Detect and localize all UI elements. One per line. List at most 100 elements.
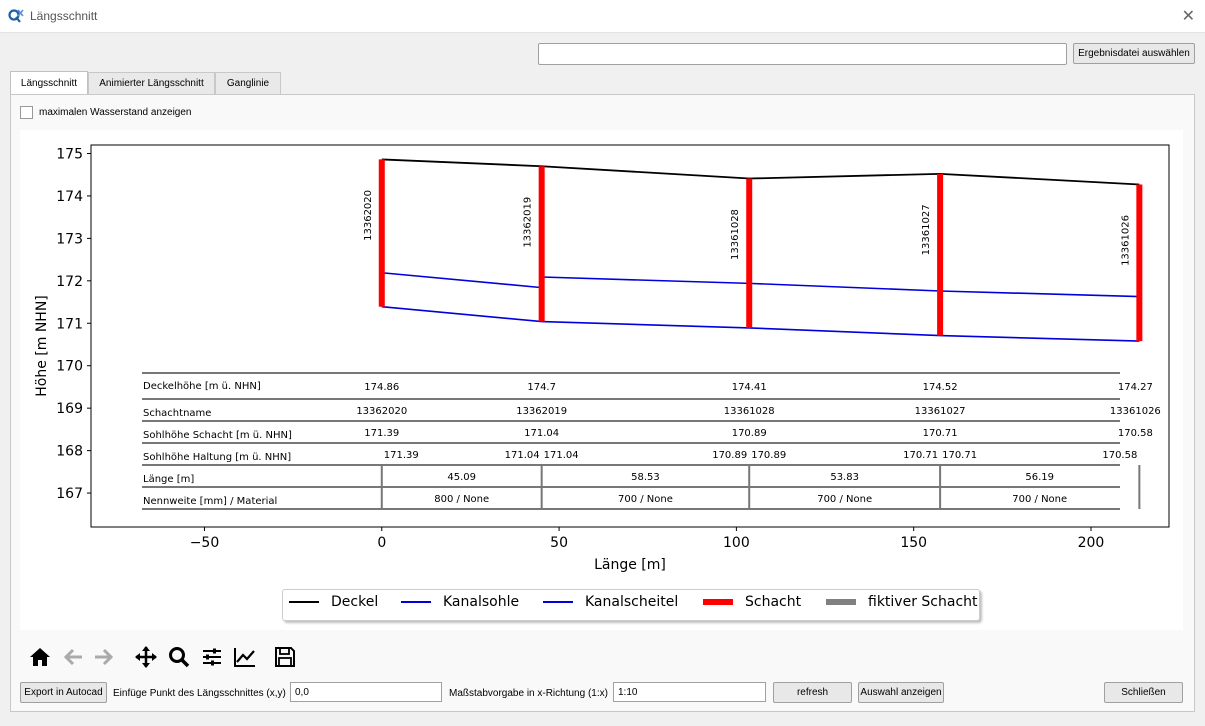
title-bar: Längsschnitt ✕: [0, 0, 1205, 33]
forward-icon[interactable]: [92, 645, 116, 669]
kanalscheitel-segment: [541, 276, 750, 285]
y-tick-label: 171: [56, 316, 83, 332]
kanalscheitel-segment: [749, 282, 941, 292]
pan-icon[interactable]: [134, 645, 158, 669]
table-cell-haltung-end: 170.58: [1102, 450, 1137, 461]
table-cell-haltung-end: 170.71: [903, 450, 938, 461]
table-cell-deckelhoehe: 174.52: [923, 382, 958, 393]
table-row-label: Nennweite [mm] / Material: [143, 496, 277, 507]
table-cell-haltung-start: 170.89: [751, 450, 786, 461]
tab-ganglinie[interactable]: Ganglinie: [215, 72, 281, 94]
axes-edit-icon[interactable]: [233, 645, 257, 669]
max-water-checkbox[interactable]: [20, 106, 33, 119]
result-file-input[interactable]: [538, 43, 1067, 65]
table-row-label: Länge [m]: [143, 474, 194, 485]
table-cell-sohlhoehe-schacht: 171.04: [524, 428, 559, 439]
plot-canvas[interactable]: 167 168 169 170 171 172 173 174 175 −50 0 50 100 150 2…: [20, 130, 1183, 630]
table-row-label: Sohlhöhe Haltung [m ü. NHN]: [143, 452, 291, 463]
table-cell-laenge: 56.19: [1025, 472, 1054, 483]
close-icon[interactable]: ✕: [1182, 6, 1195, 26]
close-button[interactable]: Schließen: [1104, 682, 1183, 703]
legend-label: Schacht: [745, 594, 802, 610]
x-tick-label: 150: [900, 535, 927, 551]
table-cell-deckelhoehe: 174.86: [364, 382, 399, 393]
scale-label: Maßstabvorgabe in x-Richtung (1:x): [449, 688, 608, 699]
table-cell-schachtname: 13361028: [724, 406, 775, 417]
window-title: Längsschnitt: [30, 9, 98, 23]
plot-frame: [90, 144, 1170, 528]
legend-item-kanalsohle: Kanalsohle: [401, 594, 519, 610]
table-cell-schachtname: 13361026: [1110, 406, 1161, 417]
y-tick-label: 167: [56, 486, 83, 502]
table-cell-sohlhoehe-schacht: 170.71: [923, 428, 958, 439]
schacht-name-label: 13361027: [921, 204, 932, 255]
y-tick-label: 172: [56, 274, 83, 290]
insert-point-label: Einfüge Punkt des Längsschnittes (x,y): [113, 688, 286, 699]
x-tick-label: 100: [723, 535, 750, 551]
export-autocad-button[interactable]: Export in Autocad: [20, 682, 107, 703]
configure-subplots-icon[interactable]: [200, 645, 224, 669]
zoom-icon[interactable]: [167, 645, 191, 669]
legend-item-schacht: Schacht: [703, 594, 801, 610]
kanalsohle-segment: [940, 334, 1140, 342]
table-cell-laenge: 53.83: [830, 472, 859, 483]
select-result-file-button[interactable]: Ergebnisdatei auswählen: [1073, 43, 1195, 64]
insert-point-input[interactable]: 0,0: [290, 682, 442, 702]
table-cell-deckelhoehe: 174.41: [732, 382, 767, 393]
refresh-button[interactable]: refresh: [773, 682, 852, 703]
table-cell-haltung-start: 171.39: [384, 450, 419, 461]
legend-swatch: [401, 601, 431, 603]
tab-laengsschnitt[interactable]: Längsschnitt: [10, 71, 88, 94]
table-cell-deckelhoehe: 174.7: [527, 382, 556, 393]
legend-label: Kanalscheitel: [585, 594, 679, 610]
qgis-logo-icon: [8, 9, 24, 23]
profile-chart: 167 168 169 170 171 172 173 174 175 −50 0 50 100 150 2…: [34, 144, 1170, 573]
table-cell-nennweite: 800 / None: [434, 494, 489, 505]
y-tick-label: 168: [56, 444, 83, 460]
x-tick-label: 50: [550, 535, 568, 551]
kanalsohle-segment: [541, 320, 750, 329]
schacht-name-label: 13362020: [363, 190, 374, 241]
table-cell-sohlhoehe-schacht: 170.89: [732, 428, 767, 439]
table-cell-deckelhoehe: 174.27: [1118, 382, 1153, 393]
table-cell-nennweite: 700 / None: [618, 494, 673, 505]
home-icon[interactable]: [28, 645, 52, 669]
table-cell-schachtname: 13361027: [915, 406, 966, 417]
show-selection-button[interactable]: Auswahl anzeigen: [858, 682, 944, 703]
table-cell-haltung-end: 171.04: [505, 450, 540, 461]
table-cell-sohlhoehe-schacht: 171.39: [364, 428, 399, 439]
table-cell-haltung-start: 171.04: [544, 450, 579, 461]
legend-item-deckel: Deckel: [289, 594, 378, 610]
legend-swatch: [289, 601, 319, 603]
chart-legend: Deckel Kanalsohle Kanalscheitel Schacht …: [282, 589, 980, 621]
table-cell-laenge: 58.53: [631, 472, 660, 483]
legend-label: Kanalsohle: [443, 594, 520, 610]
table-cell-nennweite: 700 / None: [817, 494, 872, 505]
table-row-label: Deckelhöhe [m ü. NHN]: [143, 381, 261, 392]
y-tick-label: 170: [56, 359, 83, 375]
back-icon[interactable]: [61, 645, 85, 669]
kanalsohle-segment: [381, 305, 542, 323]
scale-input[interactable]: 1:10: [613, 682, 766, 702]
schacht-name-label: 13361028: [730, 209, 741, 260]
legend-item-kanalscheitel: Kanalscheitel: [543, 594, 678, 610]
y-axis-label: Höhe [m NHN]: [34, 295, 50, 397]
legend-swatch: [543, 601, 573, 603]
table-row-label: Schachtname: [143, 408, 211, 419]
kanalsohle-segment: [749, 327, 941, 337]
x-tick-label: 0: [377, 535, 386, 551]
table-cell-nennweite: 700 / None: [1012, 494, 1067, 505]
y-tick-label: 173: [56, 231, 83, 247]
legend-label: fiktiver Schacht: [868, 594, 978, 610]
legend-label: Deckel: [331, 594, 379, 610]
x-tick-label: 200: [1078, 535, 1105, 551]
legend-item-fiktiver-schacht: fiktiver Schacht: [826, 594, 978, 610]
tab-animierter-laengsschnitt[interactable]: Animierter Längsschnitt: [88, 72, 215, 94]
schacht-name-label: 13361026: [1120, 215, 1131, 266]
x-axis-label: Länge [m]: [594, 557, 666, 573]
table-cell-haltung-end: 170.89: [712, 450, 747, 461]
table-cell-schachtname: 13362020: [356, 406, 407, 417]
max-water-label: maximalen Wasserstand anzeigen: [39, 107, 192, 118]
save-icon[interactable]: [273, 645, 297, 669]
table-cell-sohlhoehe-schacht: 170.58: [1118, 428, 1153, 439]
